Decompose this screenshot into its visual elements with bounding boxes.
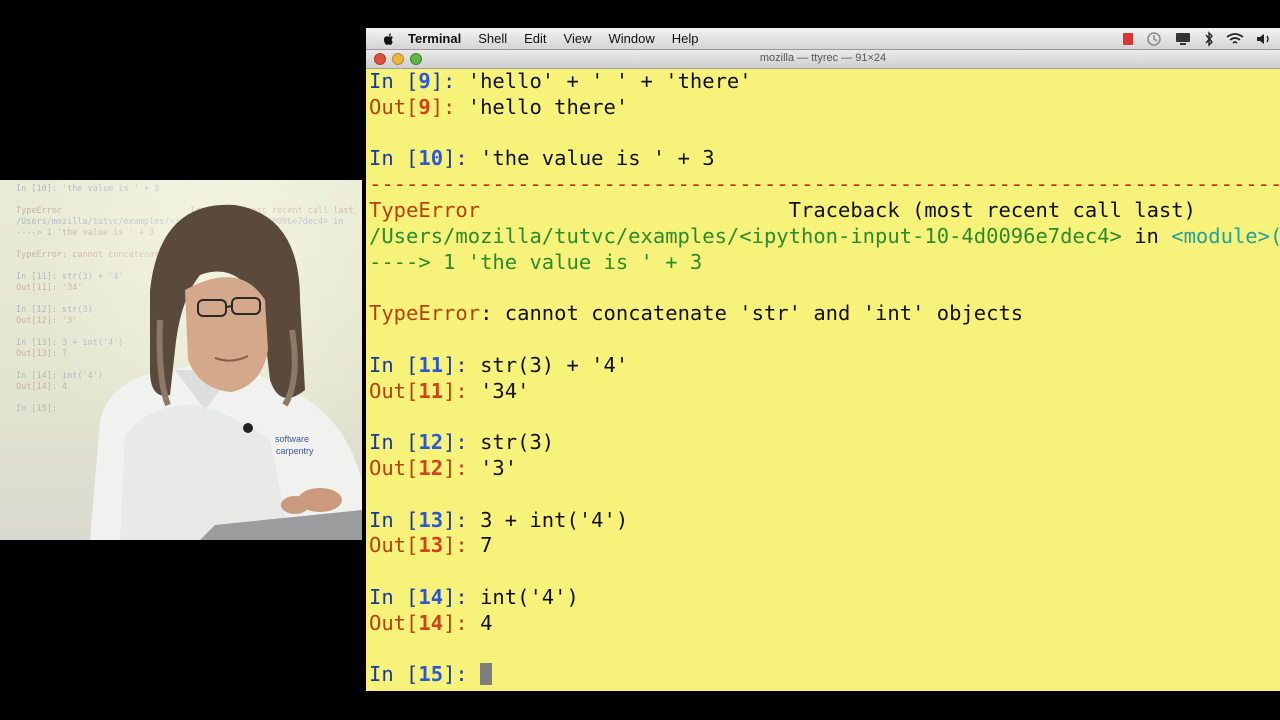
output-value: '3' [480,455,518,480]
terminal-line: TypeError: cannot concatenate 'str' and … [369,301,1280,327]
shirt-logo: software [275,434,309,444]
output-prompt: Out[9]: [369,94,468,119]
input-prompt: In [10]: [369,146,481,171]
error-name: TypeError [369,197,481,222]
output-value: 7 [480,533,493,558]
terminal-line: Out[9]: 'hello there' [369,95,1280,121]
input-prompt: In [13]: [369,507,481,532]
input-prompt: In [9]: [369,69,468,93]
terminal-line: In [15]: [369,662,1280,688]
prompt-number: 15 [418,662,444,687]
menu-terminal[interactable]: Terminal [408,31,461,46]
terminal-line: Out[14]: 4 [369,611,1280,637]
record-indicator-icon[interactable] [1122,32,1134,46]
terminal-line: In [10]: 'the value is ' + 3 [369,146,1280,172]
output-prompt: Out[14]: [369,610,481,635]
presenter-figure: software carpentry [90,204,362,540]
presenter-video: In [10]: 'the value is ' + 3 TypeError T… [0,180,362,540]
prompt-number: 14 [418,584,444,609]
output-value: 4 [480,610,493,635]
prompt-number: 11 [418,378,444,403]
prompt-number: 13 [418,533,444,558]
menu-view[interactable]: View [564,31,592,46]
input-prompt: In [15]: [369,662,481,687]
terminal-line: Out[12]: '3' [369,456,1280,482]
terminal-lines: In [9]: 'hello' + ' ' + 'there' Out[9]: '… [369,69,1280,688]
error-message: : cannot concatenate 'str' and 'int' obj… [480,301,1024,326]
input-prompt: In [14]: [369,584,481,609]
prompt-number: 9 [418,69,431,93]
terminal-line: In [13]: 3 + int('4') [369,508,1280,534]
volume-icon[interactable] [1256,32,1272,46]
input-code: int('4') [480,584,579,609]
terminal-titlebar[interactable]: mozilla — ttyrec — 91×24 [366,50,1280,69]
menu-window[interactable]: Window [609,31,655,46]
prompt-number: 12 [418,430,444,455]
traceback-header: Traceback (most recent call last) [480,197,1196,222]
traceback-arrow: ----> 1 [369,249,468,274]
input-code: 'the value is ' + 3 [480,146,715,171]
input-code: 'hello' + ' ' + 'there' [467,69,752,93]
terminal-line: Out[11]: '34' [369,379,1280,405]
terminal-line: ----------------------------------------… [369,172,1280,198]
prompt-number: 9 [418,94,431,119]
output-prompt: Out[13]: [369,533,481,558]
display-icon[interactable] [1174,32,1192,46]
input-code: str(3) + '4' [480,352,629,377]
terminal-line: /Users/mozilla/tutvc/examples/<ipython-i… [369,224,1280,250]
terminal-content[interactable]: In [9]: 'hello' + ' ' + 'there' Out[9]: '… [366,69,1280,691]
prompt-number: 12 [418,455,444,480]
terminal-line: Out[13]: 7 [369,533,1280,559]
input-prompt: In [12]: [369,430,481,455]
input-code: str(3) [480,430,555,455]
traceback-path: /Users/mozilla/tutvc/examples/<ipython-i… [369,223,1122,248]
traceback-separator: ----------------------------------------… [369,172,1280,197]
menu-help[interactable]: Help [672,31,699,46]
prompt-number: 11 [418,352,444,377]
input-prompt: In [11]: [369,352,481,377]
menu-edit[interactable]: Edit [524,31,546,46]
time-machine-icon[interactable] [1146,31,1162,47]
traceback-module: <module>() [1171,223,1280,248]
output-value: '34' [480,378,530,403]
terminal-line: TypeError Traceback (most recent call la… [369,198,1280,224]
terminal-line: In [12]: str(3) [369,430,1280,456]
traceback-code: 'the value is ' + 3 [467,249,703,274]
traceback-in: in [1121,223,1172,248]
terminal-line: ----> 1 'the value is ' + 3 [369,250,1280,276]
error-name: TypeError [369,301,481,326]
prompt-number: 10 [418,146,444,171]
input-code: 3 + int('4') [480,507,629,532]
svg-text:carpentry: carpentry [276,446,314,456]
window-title: mozilla — ttyrec — 91×24 [759,52,887,64]
menubar: Terminal Shell Edit View Window Help [366,28,1280,50]
output-prompt: Out[11]: [369,378,481,403]
prompt-number: 13 [418,507,444,532]
apple-menu-icon[interactable] [382,32,396,46]
prompt-number: 14 [418,610,444,635]
text-cursor[interactable] [480,663,493,686]
menu-shell[interactable]: Shell [478,31,507,46]
bluetooth-icon[interactable] [1204,30,1214,47]
terminal-line: In [11]: str(3) + '4' [369,353,1280,379]
terminal-line: In [14]: int('4') [369,585,1280,611]
output-prompt: Out[12]: [369,455,481,480]
output-value: 'hello there' [467,94,629,119]
wifi-icon[interactable] [1226,32,1244,46]
terminal-line: In [9]: 'hello' + ' ' + 'there' [369,69,1280,95]
